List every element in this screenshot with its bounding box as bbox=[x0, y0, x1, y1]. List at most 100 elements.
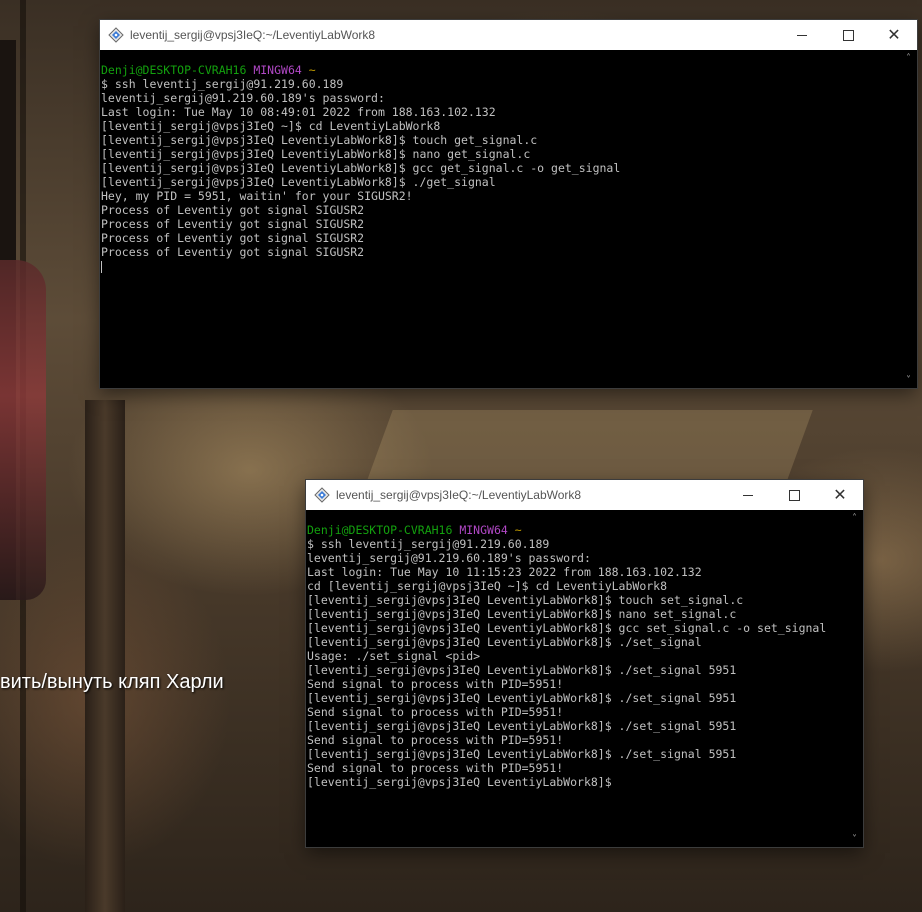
terminal-text: Last login: Tue May 10 08:49:01 2022 fro… bbox=[101, 105, 496, 119]
terminal-line: leventij_sergij@91.219.60.189's password… bbox=[101, 91, 900, 105]
terminal-line: [leventij_sergij@vpsj3IeQ LeventiyLabWor… bbox=[307, 691, 846, 705]
scroll-down-icon[interactable]: ˅ bbox=[846, 834, 863, 845]
git-bash-icon bbox=[314, 487, 330, 503]
terminal-text: leventij_sergij@91.219.60.189's password… bbox=[307, 551, 591, 565]
terminal-output[interactable]: Denji@DESKTOP-CVRAH16 MINGW64 ~ $ ssh lev… bbox=[100, 50, 900, 388]
terminal-line: Usage: ./set_signal <pid> bbox=[307, 649, 846, 663]
terminal-line: [leventij_sergij@vpsj3IeQ LeventiyLabWor… bbox=[101, 161, 900, 175]
terminal-text: [leventij_sergij@vpsj3IeQ LeventiyLabWor… bbox=[307, 719, 737, 733]
terminal-line: Send signal to process with PID=5951! bbox=[307, 705, 846, 719]
window-titlebar[interactable]: leventij_sergij@vpsj3IeQ:~/LeventiyLabWo… bbox=[100, 20, 917, 50]
terminal-line: [leventij_sergij@vpsj3IeQ LeventiyLabWor… bbox=[307, 593, 846, 607]
terminal-line: [leventij_sergij@vpsj3IeQ LeventiyLabWor… bbox=[307, 719, 846, 733]
terminal-text: leventij_sergij@91.219.60.189's password… bbox=[101, 91, 385, 105]
terminal-text: Process of Leventiy got signal SIGUSR2 bbox=[101, 231, 365, 245]
background-beam bbox=[0, 40, 16, 600]
maximize-icon bbox=[842, 29, 854, 41]
scroll-up-icon[interactable]: ˄ bbox=[846, 513, 863, 524]
scroll-up-icon[interactable]: ˄ bbox=[900, 53, 917, 64]
terminal-text: MINGW64 bbox=[459, 523, 515, 537]
terminal-line: Process of Leventiy got signal SIGUSR2 bbox=[101, 217, 900, 231]
git-bash-icon bbox=[108, 27, 124, 43]
terminal-text: ~ bbox=[308, 63, 316, 77]
terminal-line: [leventij_sergij@vpsj3IeQ LeventiyLabWor… bbox=[307, 775, 846, 789]
window-title: leventij_sergij@vpsj3IeQ:~/LeventiyLabWo… bbox=[130, 28, 376, 42]
background-beam bbox=[20, 0, 26, 912]
terminal-line: [leventij_sergij@vpsj3IeQ LeventiyLabWor… bbox=[101, 133, 900, 147]
terminal-text: Send signal to process with PID=5951! bbox=[307, 677, 564, 691]
close-button[interactable]: ✕ bbox=[871, 20, 917, 50]
terminal-line: [leventij_sergij@vpsj3IeQ LeventiyLabWor… bbox=[307, 607, 846, 621]
terminal-text: [leventij_sergij@vpsj3IeQ LeventiyLabWor… bbox=[307, 621, 827, 635]
terminal-text: [leventij_sergij@vpsj3IeQ LeventiyLabWor… bbox=[307, 635, 702, 649]
terminal-text: [leventij_sergij@vpsj3IeQ LeventiyLabWor… bbox=[307, 663, 737, 677]
terminal-text: [leventij_sergij@vpsj3IeQ LeventiyLabWor… bbox=[307, 593, 744, 607]
terminal-line: $ ssh leventij_sergij@91.219.60.189 bbox=[101, 77, 900, 91]
terminal-text: [leventij_sergij@vpsj3IeQ ~]$ cd Leventi… bbox=[101, 119, 441, 133]
terminal-text: $ ssh leventij_sergij@91.219.60.189 bbox=[101, 77, 344, 91]
terminal-window-set-signal[interactable]: leventij_sergij@vpsj3IeQ:~/LeventiyLabWo… bbox=[306, 480, 863, 847]
window-title: leventij_sergij@vpsj3IeQ:~/LeventiyLabWo… bbox=[336, 488, 582, 502]
background-pillar bbox=[85, 400, 125, 912]
terminal-text: Hey, my PID = 5951, waitin' for your SIG… bbox=[101, 189, 413, 203]
terminal-output[interactable]: Denji@DESKTOP-CVRAH16 MINGW64 ~ $ ssh lev… bbox=[306, 510, 846, 847]
terminal-line: Process of Leventiy got signal SIGUSR2 bbox=[101, 245, 900, 259]
maximize-button[interactable] bbox=[825, 20, 871, 50]
terminal-line: Send signal to process with PID=5951! bbox=[307, 677, 846, 691]
terminal-line: [leventij_sergij@vpsj3IeQ LeventiyLabWor… bbox=[307, 747, 846, 761]
scrollbar[interactable]: ˄ ˅ bbox=[846, 510, 863, 847]
maximize-button[interactable] bbox=[771, 480, 817, 510]
terminal-line: [leventij_sergij@vpsj3IeQ LeventiyLabWor… bbox=[101, 175, 900, 189]
minimize-icon bbox=[743, 494, 753, 496]
scroll-down-icon[interactable]: ˅ bbox=[900, 375, 917, 386]
terminal-text: [leventij_sergij@vpsj3IeQ LeventiyLabWor… bbox=[307, 607, 737, 621]
terminal-line: Send signal to process with PID=5951! bbox=[307, 761, 846, 775]
terminal-line: $ ssh leventij_sergij@91.219.60.189 bbox=[307, 537, 846, 551]
minimize-button[interactable] bbox=[779, 20, 825, 50]
window-titlebar[interactable]: leventij_sergij@vpsj3IeQ:~/LeventiyLabWo… bbox=[306, 480, 863, 510]
terminal-text: [leventij_sergij@vpsj3IeQ LeventiyLabWor… bbox=[307, 691, 737, 705]
terminal-line bbox=[101, 259, 900, 273]
terminal-text: Denji@DESKTOP-CVRAH16 bbox=[101, 63, 254, 77]
terminal-line: [leventij_sergij@vpsj3IeQ LeventiyLabWor… bbox=[307, 621, 846, 635]
terminal-line: [leventij_sergij@vpsj3IeQ LeventiyLabWor… bbox=[101, 147, 900, 161]
scrollbar[interactable]: ˄ ˅ bbox=[900, 50, 917, 388]
terminal-text: [leventij_sergij@vpsj3IeQ LeventiyLabWor… bbox=[101, 161, 621, 175]
terminal-line: Process of Leventiy got signal SIGUSR2 bbox=[101, 231, 900, 245]
close-button[interactable]: ✕ bbox=[817, 480, 863, 510]
terminal-text: Last login: Tue May 10 11:15:23 2022 fro… bbox=[307, 565, 702, 579]
game-overlay-text: вить/вынуть кляп Харли bbox=[0, 671, 224, 693]
game-character bbox=[0, 260, 46, 600]
terminal-text: $ ssh leventij_sergij@91.219.60.189 bbox=[307, 537, 550, 551]
terminal-line: Denji@DESKTOP-CVRAH16 MINGW64 ~ bbox=[101, 63, 900, 77]
minimize-button[interactable] bbox=[725, 480, 771, 510]
terminal-line: [leventij_sergij@vpsj3IeQ LeventiyLabWor… bbox=[307, 663, 846, 677]
terminal-text: [leventij_sergij@vpsj3IeQ LeventiyLabWor… bbox=[101, 147, 531, 161]
terminal-text: Send signal to process with PID=5951! bbox=[307, 761, 564, 775]
terminal-text: ~ bbox=[514, 523, 522, 537]
terminal-line: leventij_sergij@91.219.60.189's password… bbox=[307, 551, 846, 565]
terminal-text: MINGW64 bbox=[253, 63, 309, 77]
terminal-text: Process of Leventiy got signal SIGUSR2 bbox=[101, 203, 365, 217]
terminal-line: [leventij_sergij@vpsj3IeQ ~]$ cd Leventi… bbox=[101, 119, 900, 133]
minimize-icon bbox=[797, 34, 807, 36]
terminal-text: [leventij_sergij@vpsj3IeQ LeventiyLabWor… bbox=[307, 775, 612, 789]
terminal-text: Send signal to process with PID=5951! bbox=[307, 705, 564, 719]
terminal-text: Send signal to process with PID=5951! bbox=[307, 733, 564, 747]
terminal-text: Denji@DESKTOP-CVRAH16 bbox=[307, 523, 460, 537]
terminal-window-get-signal[interactable]: leventij_sergij@vpsj3IeQ:~/LeventiyLabWo… bbox=[100, 20, 917, 388]
close-icon: ✕ bbox=[833, 485, 847, 504]
close-icon: ✕ bbox=[887, 25, 901, 44]
terminal-line: Last login: Tue May 10 11:15:23 2022 fro… bbox=[307, 565, 846, 579]
terminal-text: cd [leventij_sergij@vpsj3IeQ ~]$ cd Leve… bbox=[307, 579, 668, 593]
maximize-icon bbox=[788, 489, 800, 501]
terminal-line: [leventij_sergij@vpsj3IeQ LeventiyLabWor… bbox=[307, 635, 846, 649]
terminal-text: [leventij_sergij@vpsj3IeQ LeventiyLabWor… bbox=[101, 175, 496, 189]
background-light bbox=[367, 410, 813, 480]
terminal-line: Last login: Tue May 10 08:49:01 2022 fro… bbox=[101, 105, 900, 119]
terminal-text: Process of Leventiy got signal SIGUSR2 bbox=[101, 245, 365, 259]
terminal-line: Denji@DESKTOP-CVRAH16 MINGW64 ~ bbox=[307, 523, 846, 537]
terminal-text: [leventij_sergij@vpsj3IeQ LeventiyLabWor… bbox=[307, 747, 737, 761]
terminal-line: Process of Leventiy got signal SIGUSR2 bbox=[101, 203, 900, 217]
text-cursor bbox=[101, 260, 102, 273]
